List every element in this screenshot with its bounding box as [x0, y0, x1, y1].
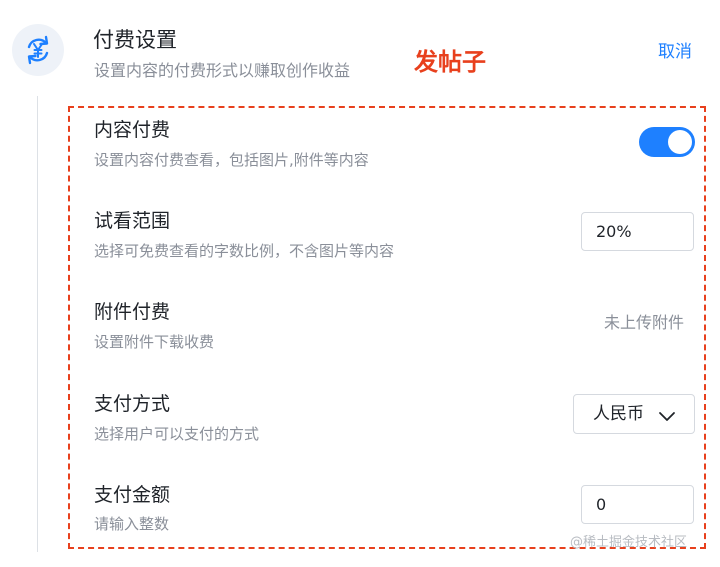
page-title: 付费设置: [93, 28, 177, 52]
content-pay-toggle[interactable]: [639, 127, 695, 157]
amount-input[interactable]: [581, 485, 694, 524]
amount-title: 支付金额: [94, 484, 171, 506]
toggle-knob: [668, 130, 692, 154]
attachment-pay-description: 设置附件下载收费: [94, 333, 215, 351]
payment-method-title: 支付方式: [94, 393, 171, 415]
page-description: 设置内容的付费形式以赚取创作收益: [94, 61, 351, 80]
section-divider: [37, 96, 38, 552]
preview-range-input[interactable]: [581, 212, 694, 251]
cancel-button[interactable]: 取消: [658, 40, 692, 64]
content-pay-title: 内容付费: [94, 119, 171, 141]
annotation-label: 发帖子: [414, 48, 486, 76]
attachment-status: 未上传附件: [604, 313, 685, 332]
chevron-down-icon: [658, 408, 676, 427]
attachment-pay-title: 附件付费: [94, 301, 171, 323]
payment-method-select[interactable]: 人民币: [573, 394, 695, 434]
payment-method-value: 人民币: [593, 404, 644, 424]
watermark: @稀土掘金技术社区: [570, 535, 688, 550]
amount-description: 请输入整数: [94, 515, 170, 533]
yen-refresh-icon: [12, 24, 64, 76]
content-pay-description: 设置内容付费查看，包括图片,附件等内容: [94, 151, 369, 169]
payment-method-description: 选择用户可以支付的方式: [94, 425, 260, 443]
preview-range-description: 选择可免费查看的字数比例，不含图片等内容: [94, 242, 395, 260]
preview-range-title: 试看范围: [94, 210, 171, 232]
